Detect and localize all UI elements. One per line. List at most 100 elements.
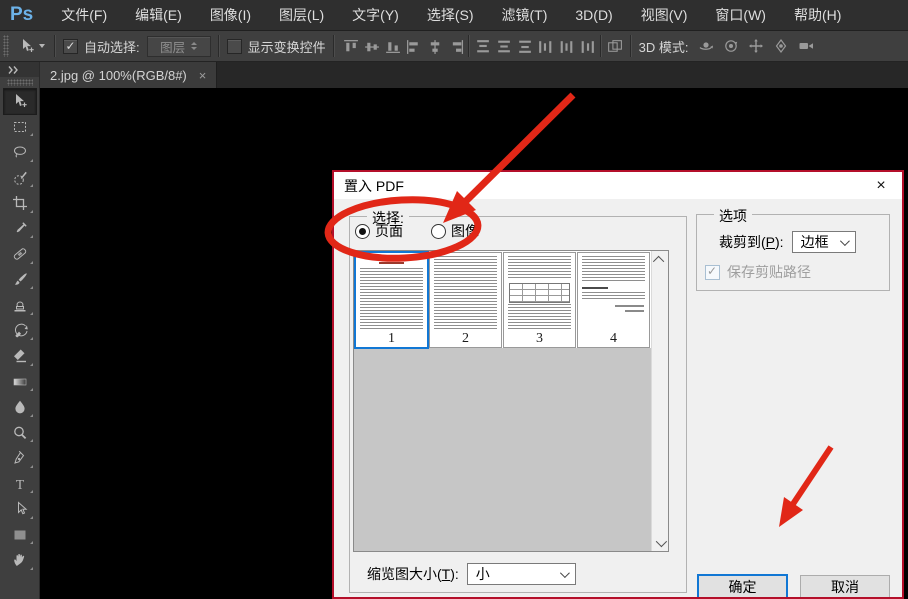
place-pdf-dialog: 置入 PDF × 选择: 页面图像 1234 缩览图大小(T): 小 (332, 170, 904, 599)
align-right-icon[interactable] (447, 38, 464, 55)
auto-select-checkbox[interactable]: ✓ 自动选择: (63, 37, 140, 56)
type-tool[interactable]: T (4, 471, 36, 496)
eyedropper-tool-icon (11, 220, 28, 237)
hand-tool-icon (11, 552, 28, 569)
pdf-page-thumbnail-4[interactable]: 4 (577, 252, 650, 348)
ok-button[interactable]: 确定 (697, 574, 788, 597)
pdf-page-thumbnail-1[interactable]: 1 (354, 251, 429, 349)
move-tool-icon (11, 93, 28, 110)
eraser-tool-icon (11, 348, 28, 365)
scroll-down-button[interactable] (652, 534, 668, 551)
page-list-scrollbar[interactable] (651, 251, 668, 551)
quick-selection-tool[interactable] (4, 165, 36, 190)
toolbox-collapse-button[interactable] (0, 62, 39, 77)
scroll-up-button[interactable] (652, 251, 668, 268)
3d-rotate-icon[interactable] (695, 37, 716, 55)
3d-mode-label: 3D 模式: (639, 37, 689, 56)
distribute-left-icon[interactable] (537, 38, 554, 55)
hand-tool[interactable] (4, 548, 36, 573)
3d-slide-icon[interactable] (770, 37, 791, 55)
menu-item-4[interactable]: 文字(Y) (338, 0, 413, 31)
clone-stamp-tool-icon (11, 297, 28, 314)
distribute-bottom-icon[interactable] (516, 38, 533, 55)
menu-item-10[interactable]: 帮助(H) (780, 0, 855, 31)
menu-item-8[interactable]: 视图(V) (627, 0, 702, 31)
move-tool[interactable] (4, 89, 36, 114)
toolbox-gripper[interactable] (7, 79, 33, 86)
distribute-top-icon[interactable] (474, 38, 491, 55)
page-preview (434, 256, 497, 330)
history-brush-tool[interactable] (4, 318, 36, 343)
tab-close-icon[interactable]: × (199, 69, 207, 82)
show-transform-label: 显示变换控件 (248, 37, 326, 56)
pdf-page-thumbnail-2[interactable]: 2 (429, 252, 502, 348)
menu-item-0[interactable]: 文件(F) (47, 0, 121, 31)
marquee-tool-icon (11, 118, 28, 135)
rectangle-tool[interactable] (4, 522, 36, 547)
tabs: 2.jpg @ 100%(RGB/8#) × (40, 62, 217, 88)
svg-text:T: T (15, 476, 24, 491)
dialog-title-bar[interactable]: 置入 PDF × (334, 172, 902, 199)
show-transform-checkbox[interactable]: 显示变换控件 (227, 37, 326, 56)
menu-item-7[interactable]: 3D(D) (561, 0, 626, 31)
menu-item-6[interactable]: 滤镜(T) (488, 0, 562, 31)
align-left-icon[interactable] (405, 38, 422, 55)
chevron-down-icon (840, 236, 850, 246)
document-tab[interactable]: 2.jpg @ 100%(RGB/8#) × (40, 62, 217, 88)
distribute-hcenter-icon[interactable] (558, 38, 575, 55)
align-hcenter-icon[interactable] (426, 38, 443, 55)
dodge-tool[interactable] (4, 420, 36, 445)
radio-images[interactable]: 图像 (431, 221, 479, 241)
menu-item-9[interactable]: 窗口(W) (701, 0, 780, 31)
pen-tool[interactable] (4, 446, 36, 471)
distribute-vcenter-icon[interactable] (495, 38, 512, 55)
layer-select-value: 图层 (160, 37, 185, 56)
separator (630, 35, 632, 57)
tools: T (4, 88, 36, 573)
menu-item-5[interactable]: 选择(S) (413, 0, 488, 31)
align-bottom-icon[interactable] (384, 38, 401, 55)
3d-roll-icon[interactable] (720, 37, 741, 55)
3d-camera-icon[interactable] (795, 37, 816, 55)
menu-item-1[interactable]: 编辑(E) (121, 0, 196, 31)
spot-healing-brush-tool[interactable] (4, 242, 36, 267)
pdf-page-thumbnail-3[interactable]: 3 (503, 252, 576, 348)
current-tool-button[interactable] (16, 37, 47, 56)
eraser-tool[interactable] (4, 344, 36, 369)
3d-drag-icon[interactable] (745, 37, 766, 55)
toolbox: T (0, 62, 40, 599)
brush-tool-icon (11, 271, 28, 288)
align-vcenter-icon[interactable] (363, 38, 380, 55)
thumbnail-size-value: 小 (476, 564, 490, 584)
dialog-close-button[interactable]: × (860, 177, 902, 195)
crop-to-dropdown[interactable]: 边框 (792, 231, 856, 253)
lasso-tool[interactable] (4, 140, 36, 165)
gradient-tool[interactable] (4, 369, 36, 394)
thumbnail-size-label: 缩览图大小(T): (367, 564, 459, 584)
distribute-right-icon[interactable] (579, 38, 596, 55)
layer-select-dropdown[interactable]: 图层 (147, 36, 211, 57)
blur-tool[interactable] (4, 395, 36, 420)
brush-tool[interactable] (4, 267, 36, 292)
rectangular-marquee-tool[interactable] (4, 114, 36, 139)
eyedropper-tool[interactable] (4, 216, 36, 241)
radio-label: 图像 (451, 221, 479, 241)
auto-align-icon[interactable] (606, 38, 623, 55)
menu-item-3[interactable]: 图层(L) (265, 0, 338, 31)
history-brush-tool-icon (11, 322, 28, 339)
cancel-button[interactable]: 取消 (800, 575, 890, 597)
tab-title: 2.jpg @ 100%(RGB/8#) (50, 68, 187, 83)
path-selection-tool[interactable] (4, 497, 36, 522)
options-bar-gripper[interactable] (3, 35, 9, 57)
radio-pages[interactable]: 页面 (355, 221, 403, 241)
page-list[interactable]: 1234 (353, 250, 669, 552)
thumbnail-size-dropdown[interactable]: 小 (467, 563, 576, 585)
quick-selection-tool-icon (11, 169, 28, 186)
clone-stamp-tool[interactable] (4, 293, 36, 318)
menu-item-2[interactable]: 图像(I) (196, 0, 265, 31)
page-preview (360, 256, 423, 330)
crop-tool[interactable] (4, 191, 36, 216)
3d-mode-buttons (695, 37, 816, 55)
align-top-icon[interactable] (342, 38, 359, 55)
type-tool-icon: T (11, 475, 28, 492)
